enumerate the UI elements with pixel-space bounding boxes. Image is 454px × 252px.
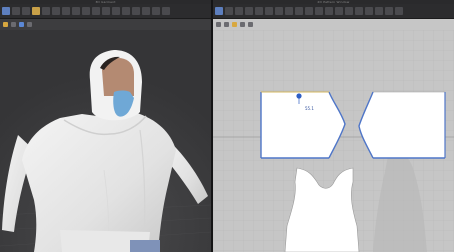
point-label: 55.1 — [305, 106, 314, 111]
2d-pattern-window[interactable]: 2D Pattern Window 55.1 — [213, 0, 454, 252]
3d-view-window[interactable]: 3D Garment — [0, 0, 211, 252]
pattern-piece-back[interactable] — [358, 91, 446, 159]
jeans — [130, 240, 160, 252]
pattern-canvas[interactable]: 55.1 — [213, 0, 454, 252]
3d-viewport[interactable] — [0, 0, 211, 252]
pattern-piece-front[interactable]: 55.1 — [260, 91, 346, 159]
